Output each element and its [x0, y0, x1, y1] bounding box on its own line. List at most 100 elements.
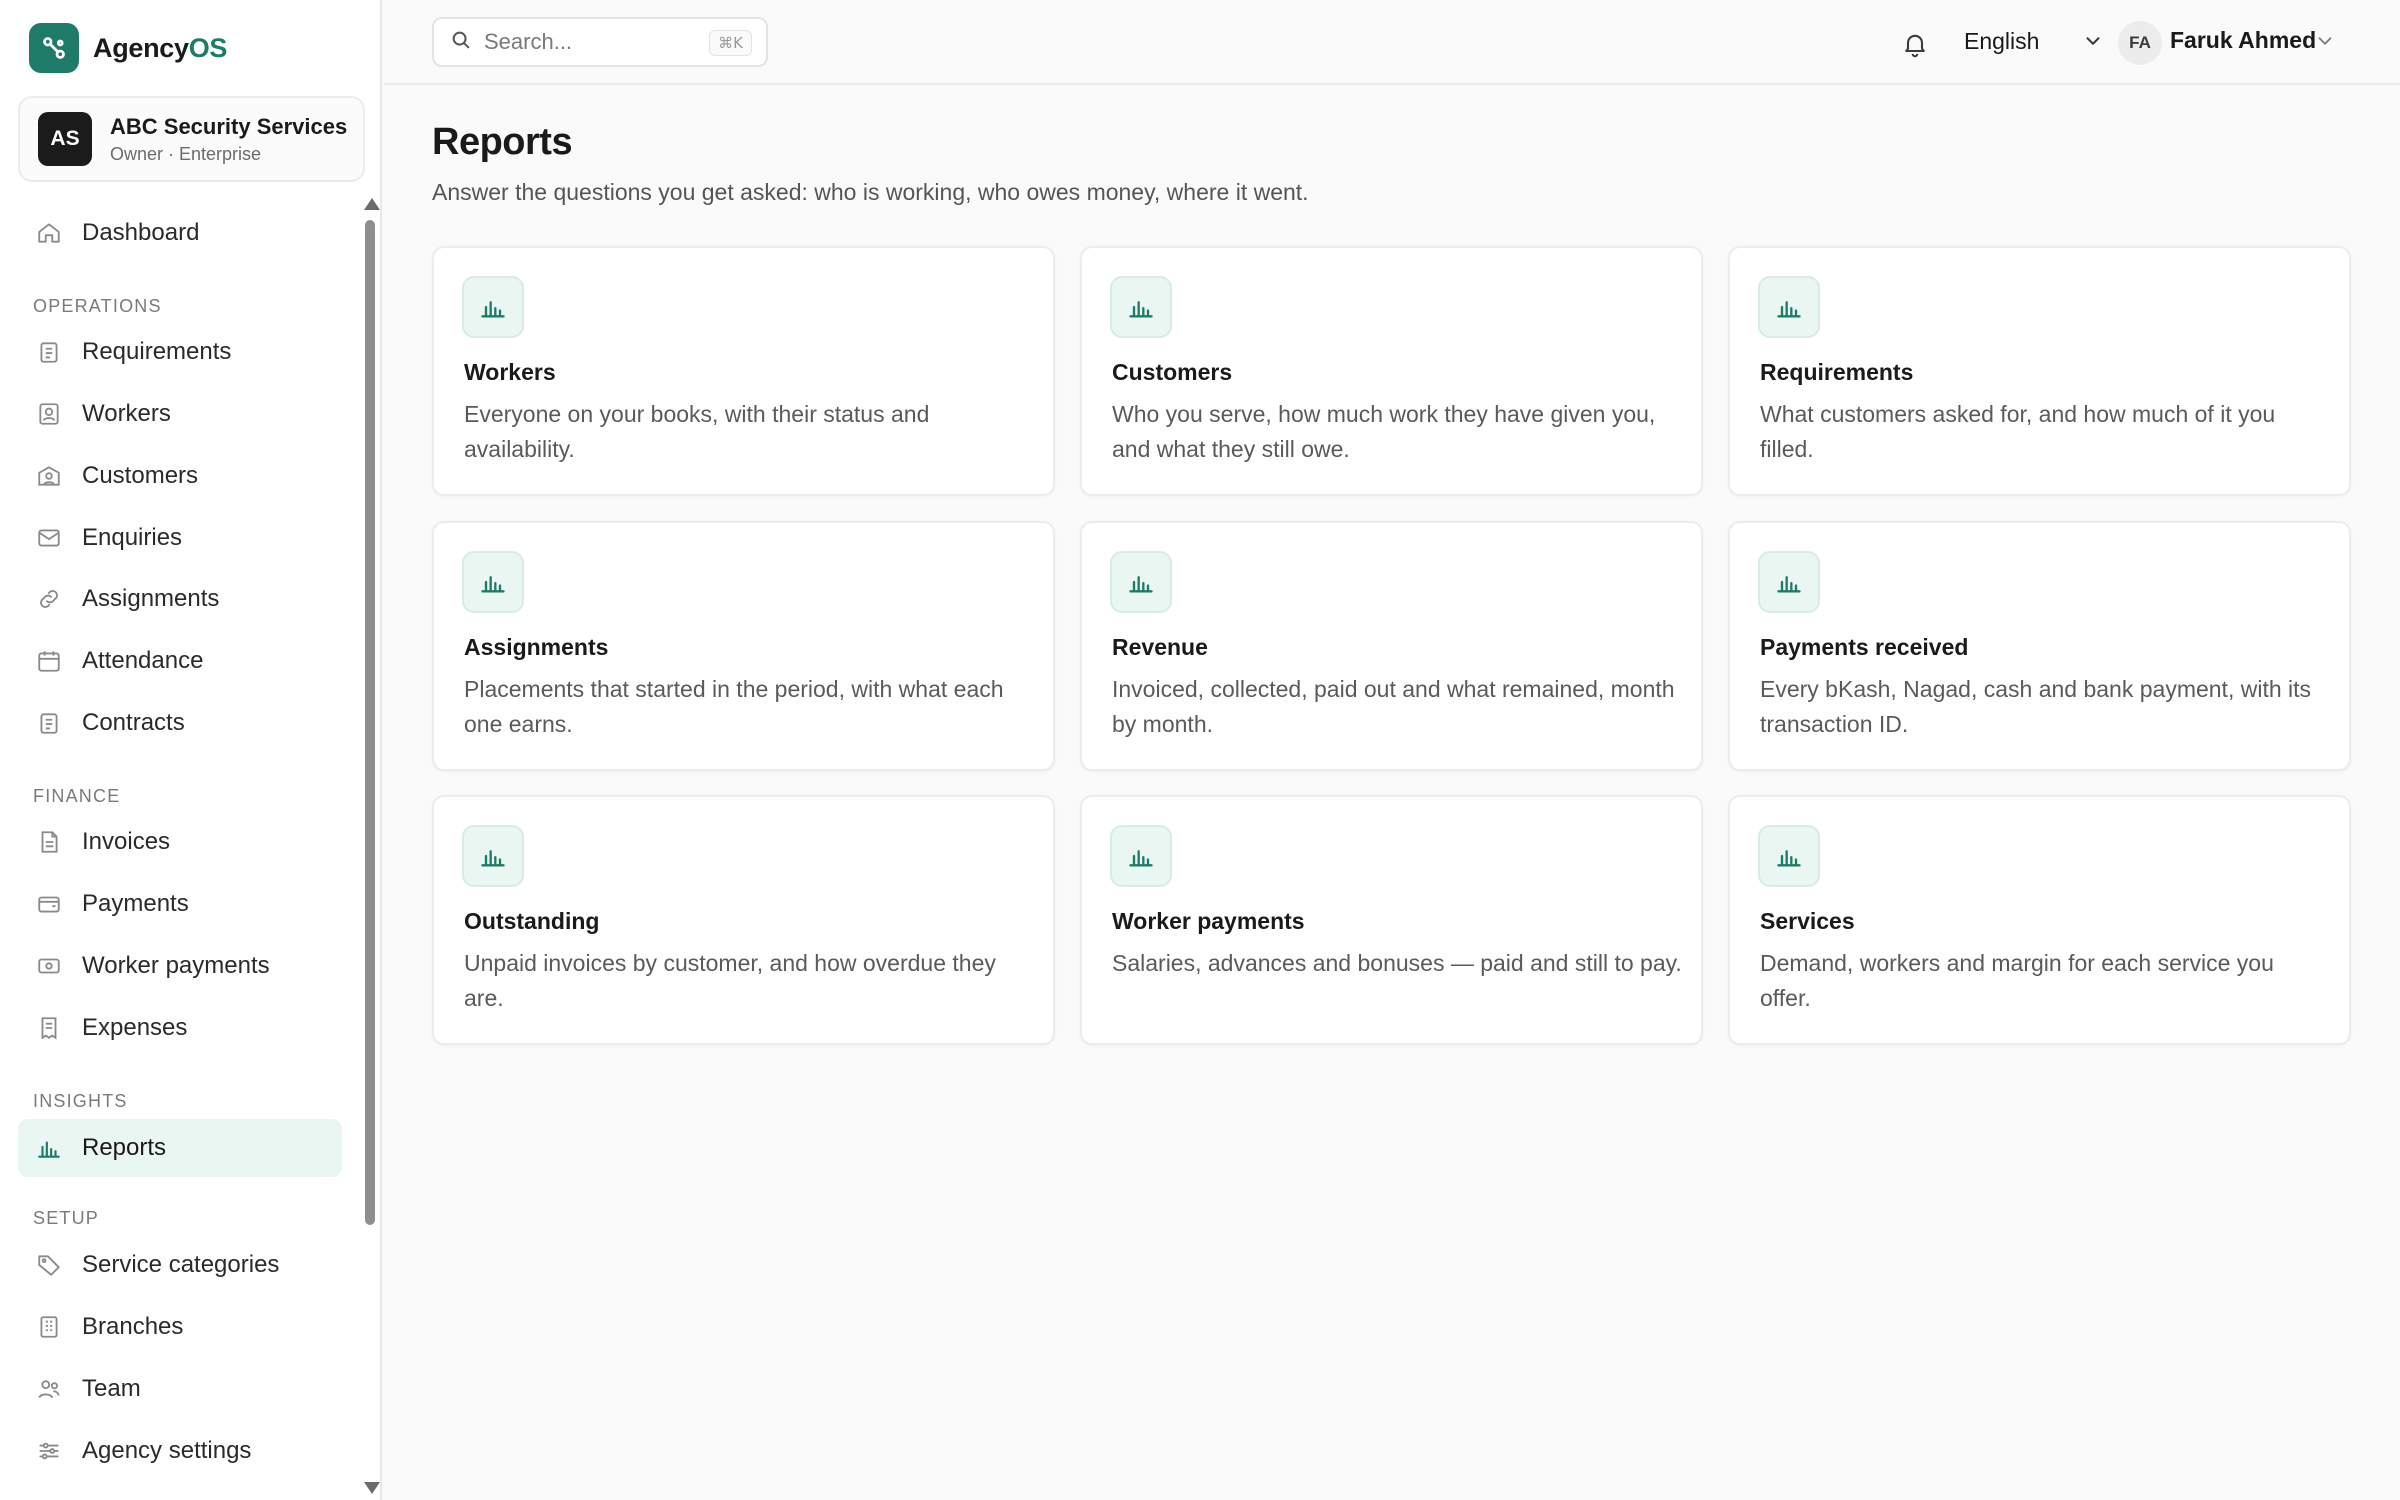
sidebar-item-label: Agency settings — [82, 1437, 252, 1464]
sidebar-item-label: Dashboard — [82, 219, 200, 246]
search-shortcut-badge: ⌘K — [709, 30, 752, 56]
sidebar-item-label: Contracts — [82, 709, 185, 736]
invoice-icon — [34, 827, 64, 857]
org-name: ABC Security Services — [110, 113, 348, 139]
report-card-worker-payments[interactable]: Worker payments Salaries, advances and bo… — [1080, 795, 1703, 1045]
notifications-bell-icon[interactable] — [1898, 27, 1932, 61]
sidebar-item-label: Team — [82, 1375, 141, 1402]
report-card-title: Services — [1760, 908, 1855, 934]
org-switcher[interactable]: AS ABC Security Services Owner · Enterpr… — [18, 96, 365, 182]
chevron-down-icon[interactable] — [2082, 30, 2104, 57]
sidebar-item-label: Attendance — [82, 647, 204, 674]
sidebar-item-expenses[interactable]: Expenses — [18, 999, 342, 1057]
sidebar-item-requirements[interactable]: Requirements — [18, 323, 342, 381]
sidebar-item-label: Workers — [82, 400, 171, 427]
report-card-title: Customers — [1112, 359, 1233, 385]
report-card-requirements[interactable]: Requirements What customers asked for, an… — [1728, 246, 2351, 496]
report-card-description: Everyone on your books, with their statu… — [464, 401, 930, 462]
sidebar-item-label: Worker payments — [82, 952, 270, 979]
sidebar-item-invoices[interactable]: Invoices — [18, 813, 342, 871]
sidebar-item-label: Enquiries — [82, 524, 183, 551]
report-card-description: Unpaid invoices by customer, and how ove… — [464, 950, 996, 1011]
report-card-description: Every bKash, Nagad, cash and bank paymen… — [1760, 676, 2312, 737]
sidebar-item-label: Requirements — [82, 338, 232, 365]
search-icon — [450, 29, 472, 56]
report-card-title: Revenue — [1112, 634, 1208, 660]
report-card-title: Assignments — [464, 634, 609, 660]
topbar: ⌘K English FA Faruk Ahmed — [384, 0, 2400, 85]
chevron-down-icon[interactable] — [2314, 30, 2336, 57]
report-card-assignments[interactable]: Assignments Placements that started in th… — [432, 521, 1055, 771]
section-insights: INSIGHTS — [33, 1091, 128, 1111]
report-card-title: Workers — [464, 359, 556, 385]
bar-chart-icon — [1110, 276, 1172, 338]
clipboard-icon — [34, 337, 64, 367]
search-input[interactable] — [484, 29, 684, 55]
sidebar-item-label: Expenses — [82, 1014, 188, 1041]
bar-chart-icon — [1110, 825, 1172, 887]
search-box[interactable]: ⌘K — [432, 17, 768, 67]
sliders-icon — [34, 1436, 64, 1466]
user-name[interactable]: Faruk Ahmed — [2170, 27, 2316, 54]
document-icon — [34, 708, 64, 738]
sidebar-item-attendance[interactable]: Attendance — [18, 632, 342, 690]
sidebar-item-payments[interactable]: Payments — [18, 875, 342, 933]
report-card-payments-received[interactable]: Payments received Every bKash, Nagad, cas… — [1728, 521, 2351, 771]
sidebar-item-reports[interactable]: Reports — [18, 1119, 342, 1177]
sidebar-item-label: Service categories — [82, 1251, 280, 1278]
banknote-icon — [34, 951, 64, 981]
report-card-revenue[interactable]: Revenue Invoiced, collected, paid out and… — [1080, 521, 1703, 771]
sidebar-item-enquiries[interactable]: Enquiries — [18, 509, 342, 567]
report-card-services[interactable]: Services Demand, workers and margin for e… — [1728, 795, 2351, 1045]
org-role: Owner · Enterprise — [110, 143, 262, 164]
report-card-outstanding[interactable]: Outstanding Unpaid invoices by customer, … — [432, 795, 1055, 1045]
bar-chart-icon — [462, 551, 524, 613]
sidebar-item-label: Assignments — [82, 585, 220, 612]
page-subtitle: Answer the questions you get asked: who … — [432, 179, 1309, 205]
sidebar-item-label: Customers — [82, 462, 199, 489]
sidebar-item-dashboard[interactable]: Dashboard — [18, 204, 342, 262]
section-operations: OPERATIONS — [33, 296, 162, 316]
sidebar-item-worker-payments[interactable]: Worker payments — [18, 937, 342, 995]
users-icon — [34, 1374, 64, 1404]
sidebar-item-assignments[interactable]: Assignments — [18, 570, 342, 628]
report-card-customers[interactable]: Customers Who you serve, how much work th… — [1080, 246, 1703, 496]
home-icon — [34, 218, 64, 248]
sidebar-item-agency-settings[interactable]: Agency settings — [18, 1422, 342, 1480]
sidebar: AgencyOS AS ABC Security Services Owner … — [0, 0, 382, 1500]
brand-name: AgencyOS — [93, 32, 228, 63]
sidebar-item-service-categories[interactable]: Service categories — [18, 1236, 342, 1294]
bar-chart-icon — [462, 276, 524, 338]
sidebar-item-label: Invoices — [82, 828, 171, 855]
report-card-description: Demand, workers and margin for each serv… — [1760, 950, 2274, 1011]
bar-chart-icon — [34, 1133, 64, 1163]
sidebar-item-contracts[interactable]: Contracts — [18, 694, 342, 752]
user-avatar[interactable]: FA — [2118, 21, 2162, 65]
report-card-description: Who you serve, how much work they have g… — [1112, 401, 1656, 462]
report-card-title: Worker payments — [1112, 908, 1305, 934]
scroll-up-arrow-icon[interactable] — [364, 198, 380, 210]
page-title: Reports — [432, 121, 573, 163]
tag-icon — [34, 1250, 64, 1280]
sidebar-item-branches[interactable]: Branches — [18, 1298, 342, 1356]
sidebar-item-label: Payments — [82, 890, 189, 917]
sidebar-scrollbar[interactable] — [365, 220, 375, 1225]
language-selector[interactable]: English — [1964, 28, 2039, 55]
sidebar-item-customers[interactable]: Customers — [18, 447, 342, 505]
wallet-icon — [34, 889, 64, 919]
report-card-title: Payments received — [1760, 634, 1969, 660]
org-avatar: AS — [38, 112, 92, 166]
id-badge-icon — [34, 399, 64, 429]
sidebar-item-workers[interactable]: Workers — [18, 385, 342, 443]
link-icon — [34, 584, 64, 614]
bar-chart-icon — [1758, 825, 1820, 887]
report-card-title: Outstanding — [464, 908, 600, 934]
brand[interactable]: AgencyOS — [29, 23, 227, 73]
sidebar-item-team[interactable]: Team — [18, 1360, 342, 1418]
brand-logo-icon — [29, 23, 79, 73]
scroll-down-arrow-icon[interactable] — [364, 1482, 380, 1494]
report-card-description: Invoiced, collected, paid out and what r… — [1112, 676, 1675, 737]
report-card-workers[interactable]: Workers Everyone on your books, with thei… — [432, 246, 1055, 496]
section-finance: FINANCE — [33, 786, 121, 806]
building-icon — [34, 1312, 64, 1342]
